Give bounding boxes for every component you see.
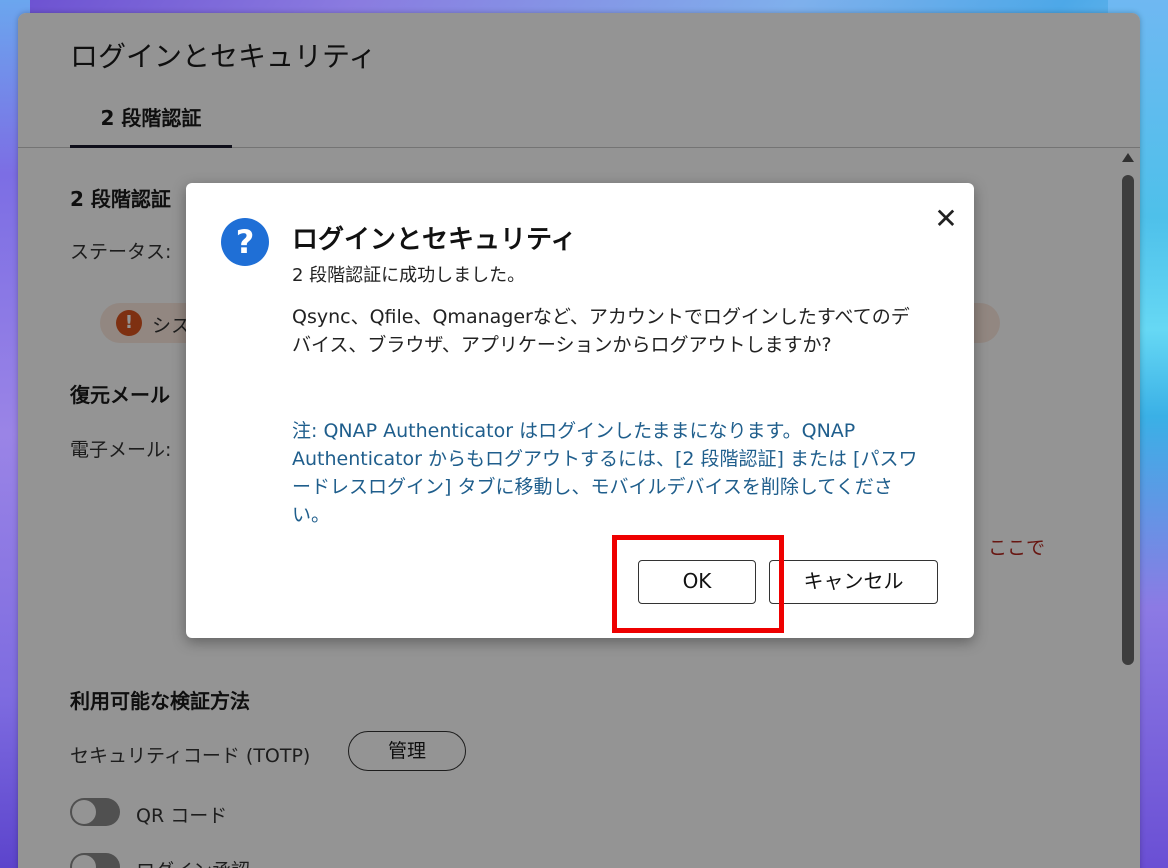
question-circle-icon: ? [221, 218, 269, 266]
ok-button-highlight-box [612, 535, 784, 633]
cancel-button[interactable]: キャンセル [769, 560, 938, 604]
close-icon[interactable]: ✕ [932, 205, 960, 233]
dialog-subtitle: 2 段階認証に成功しました。 [292, 265, 526, 286]
logout-confirm-dialog: ? ✕ ログインとセキュリティ 2 段階認証に成功しました。 Qsync、Qfi… [186, 183, 974, 638]
dialog-note: 注: QNAP Authenticator はログインしたままになります。QNA… [292, 420, 918, 526]
dialog-title: ログインとセキュリティ [292, 225, 577, 255]
dialog-message: Qsync、Qfile、Qmanagerなど、アカウントでログインしたすべてのデ… [292, 306, 910, 356]
